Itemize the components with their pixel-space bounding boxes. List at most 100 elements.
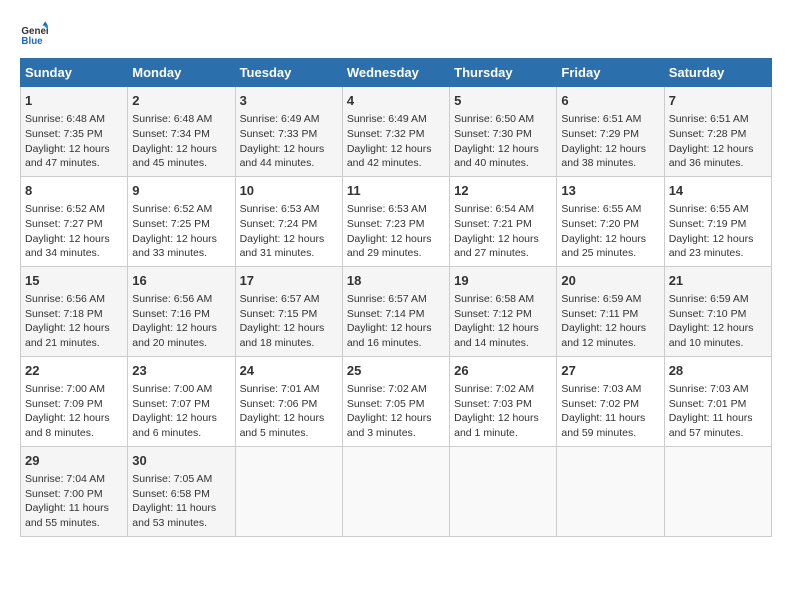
calendar-cell: 17 Sunrise: 6:57 AM Sunset: 7:15 PM Dayli… xyxy=(235,266,342,356)
calendar-cell: 25 Sunrise: 7:02 AM Sunset: 7:05 PM Dayli… xyxy=(342,356,449,446)
day-number: 13 xyxy=(561,182,659,200)
day-info: Sunrise: 6:55 AM Sunset: 7:19 PM Dayligh… xyxy=(669,202,767,261)
day-number: 1 xyxy=(25,92,123,110)
calendar-cell: 11 Sunrise: 6:53 AM Sunset: 7:23 PM Dayli… xyxy=(342,176,449,266)
calendar-cell: 22 Sunrise: 7:00 AM Sunset: 7:09 PM Dayli… xyxy=(21,356,128,446)
calendar-cell: 29 Sunrise: 7:04 AM Sunset: 7:00 PM Dayli… xyxy=(21,446,128,536)
day-number: 25 xyxy=(347,362,445,380)
calendar-cell: 1 Sunrise: 6:48 AM Sunset: 7:35 PM Daylig… xyxy=(21,87,128,177)
calendar-cell: 6 Sunrise: 6:51 AM Sunset: 7:29 PM Daylig… xyxy=(557,87,664,177)
header-sunday: Sunday xyxy=(21,59,128,87)
calendar-table: SundayMondayTuesdayWednesdayThursdayFrid… xyxy=(20,58,772,537)
day-info: Sunrise: 6:50 AM Sunset: 7:30 PM Dayligh… xyxy=(454,112,552,171)
calendar-cell xyxy=(450,446,557,536)
day-info: Sunrise: 6:53 AM Sunset: 7:24 PM Dayligh… xyxy=(240,202,338,261)
day-number: 20 xyxy=(561,272,659,290)
calendar-row-week-2: 8 Sunrise: 6:52 AM Sunset: 7:27 PM Daylig… xyxy=(21,176,772,266)
header-tuesday: Tuesday xyxy=(235,59,342,87)
header-thursday: Thursday xyxy=(450,59,557,87)
day-info: Sunrise: 6:54 AM Sunset: 7:21 PM Dayligh… xyxy=(454,202,552,261)
day-number: 30 xyxy=(132,452,230,470)
day-number: 26 xyxy=(454,362,552,380)
day-info: Sunrise: 7:00 AM Sunset: 7:07 PM Dayligh… xyxy=(132,382,230,441)
calendar-cell: 8 Sunrise: 6:52 AM Sunset: 7:27 PM Daylig… xyxy=(21,176,128,266)
calendar-row-week-4: 22 Sunrise: 7:00 AM Sunset: 7:09 PM Dayli… xyxy=(21,356,772,446)
day-info: Sunrise: 7:02 AM Sunset: 7:03 PM Dayligh… xyxy=(454,382,552,441)
calendar-cell: 23 Sunrise: 7:00 AM Sunset: 7:07 PM Dayli… xyxy=(128,356,235,446)
calendar-row-week-3: 15 Sunrise: 6:56 AM Sunset: 7:18 PM Dayli… xyxy=(21,266,772,356)
day-info: Sunrise: 6:49 AM Sunset: 7:32 PM Dayligh… xyxy=(347,112,445,171)
day-number: 19 xyxy=(454,272,552,290)
calendar-cell: 18 Sunrise: 6:57 AM Sunset: 7:14 PM Dayli… xyxy=(342,266,449,356)
days-header-row: SundayMondayTuesdayWednesdayThursdayFrid… xyxy=(21,59,772,87)
calendar-cell: 15 Sunrise: 6:56 AM Sunset: 7:18 PM Dayli… xyxy=(21,266,128,356)
day-number: 12 xyxy=(454,182,552,200)
day-info: Sunrise: 6:53 AM Sunset: 7:23 PM Dayligh… xyxy=(347,202,445,261)
day-info: Sunrise: 6:56 AM Sunset: 7:16 PM Dayligh… xyxy=(132,292,230,351)
calendar-cell: 28 Sunrise: 7:03 AM Sunset: 7:01 PM Dayli… xyxy=(664,356,771,446)
day-number: 16 xyxy=(132,272,230,290)
calendar-cell: 21Sunrise: 6:59 AM Sunset: 7:10 PM Dayli… xyxy=(664,266,771,356)
day-info: Sunrise: 6:52 AM Sunset: 7:27 PM Dayligh… xyxy=(25,202,123,261)
calendar-cell: 9Sunrise: 6:52 AM Sunset: 7:25 PM Daylig… xyxy=(128,176,235,266)
svg-text:Blue: Blue xyxy=(21,36,43,47)
day-number: 22 xyxy=(25,362,123,380)
day-info: Sunrise: 6:55 AM Sunset: 7:20 PM Dayligh… xyxy=(561,202,659,261)
calendar-cell: 14 Sunrise: 6:55 AM Sunset: 7:19 PM Dayli… xyxy=(664,176,771,266)
day-number: 10 xyxy=(240,182,338,200)
calendar-cell: 24 Sunrise: 7:01 AM Sunset: 7:06 PM Dayli… xyxy=(235,356,342,446)
calendar-row-week-1: 1 Sunrise: 6:48 AM Sunset: 7:35 PM Daylig… xyxy=(21,87,772,177)
day-number: 21 xyxy=(669,272,767,290)
calendar-cell xyxy=(235,446,342,536)
day-info: Sunrise: 7:00 AM Sunset: 7:09 PM Dayligh… xyxy=(25,382,123,441)
day-number: 29 xyxy=(25,452,123,470)
day-number: 8 xyxy=(25,182,123,200)
day-number: 14 xyxy=(669,182,767,200)
day-info: Sunrise: 6:48 AM Sunset: 7:35 PM Dayligh… xyxy=(25,112,123,171)
day-info: Sunrise: 6:51 AM Sunset: 7:28 PM Dayligh… xyxy=(669,112,767,171)
day-info: Sunrise: 7:03 AM Sunset: 7:01 PM Dayligh… xyxy=(669,382,767,441)
calendar-cell: 10 Sunrise: 6:53 AM Sunset: 7:24 PM Dayli… xyxy=(235,176,342,266)
calendar-cell: 2 Sunrise: 6:48 AM Sunset: 7:34 PM Daylig… xyxy=(128,87,235,177)
calendar-cell xyxy=(664,446,771,536)
day-info: Sunrise: 6:59 AM Sunset: 7:11 PM Dayligh… xyxy=(561,292,659,351)
calendar-cell xyxy=(557,446,664,536)
day-number: 23 xyxy=(132,362,230,380)
logo-icon: General Blue xyxy=(20,20,48,48)
day-number: 2 xyxy=(132,92,230,110)
calendar-cell: 12 Sunrise: 6:54 AM Sunset: 7:21 PM Dayli… xyxy=(450,176,557,266)
day-info: Sunrise: 7:01 AM Sunset: 7:06 PM Dayligh… xyxy=(240,382,338,441)
calendar-row-week-5: 29 Sunrise: 7:04 AM Sunset: 7:00 PM Dayli… xyxy=(21,446,772,536)
header-wednesday: Wednesday xyxy=(342,59,449,87)
day-number: 11 xyxy=(347,182,445,200)
day-info: Sunrise: 6:56 AM Sunset: 7:18 PM Dayligh… xyxy=(25,292,123,351)
calendar-cell: 3 Sunrise: 6:49 AM Sunset: 7:33 PM Daylig… xyxy=(235,87,342,177)
calendar-cell: 16 Sunrise: 6:56 AM Sunset: 7:16 PM Dayli… xyxy=(128,266,235,356)
day-number: 28 xyxy=(669,362,767,380)
day-info: Sunrise: 6:48 AM Sunset: 7:34 PM Dayligh… xyxy=(132,112,230,171)
day-info: Sunrise: 6:57 AM Sunset: 7:14 PM Dayligh… xyxy=(347,292,445,351)
day-info: Sunrise: 6:49 AM Sunset: 7:33 PM Dayligh… xyxy=(240,112,338,171)
day-info: Sunrise: 7:02 AM Sunset: 7:05 PM Dayligh… xyxy=(347,382,445,441)
calendar-cell: 19 Sunrise: 6:58 AM Sunset: 7:12 PM Dayli… xyxy=(450,266,557,356)
day-number: 27 xyxy=(561,362,659,380)
calendar-cell: 4Sunrise: 6:49 AM Sunset: 7:32 PM Daylig… xyxy=(342,87,449,177)
day-number: 17 xyxy=(240,272,338,290)
day-info: Sunrise: 7:04 AM Sunset: 7:00 PM Dayligh… xyxy=(25,472,123,531)
day-info: Sunrise: 6:58 AM Sunset: 7:12 PM Dayligh… xyxy=(454,292,552,351)
day-number: 6 xyxy=(561,92,659,110)
day-number: 18 xyxy=(347,272,445,290)
calendar-cell: 30 Sunrise: 7:05 AM Sunset: 6:58 PM Dayli… xyxy=(128,446,235,536)
day-info: Sunrise: 7:05 AM Sunset: 6:58 PM Dayligh… xyxy=(132,472,230,531)
day-info: Sunrise: 6:57 AM Sunset: 7:15 PM Dayligh… xyxy=(240,292,338,351)
calendar-cell: 5 Sunrise: 6:50 AM Sunset: 7:30 PM Daylig… xyxy=(450,87,557,177)
page-header: General Blue xyxy=(20,20,772,48)
day-number: 5 xyxy=(454,92,552,110)
day-number: 24 xyxy=(240,362,338,380)
day-number: 7 xyxy=(669,92,767,110)
header-monday: Monday xyxy=(128,59,235,87)
day-number: 15 xyxy=(25,272,123,290)
day-info: Sunrise: 6:51 AM Sunset: 7:29 PM Dayligh… xyxy=(561,112,659,171)
day-number: 3 xyxy=(240,92,338,110)
logo: General Blue xyxy=(20,20,52,48)
